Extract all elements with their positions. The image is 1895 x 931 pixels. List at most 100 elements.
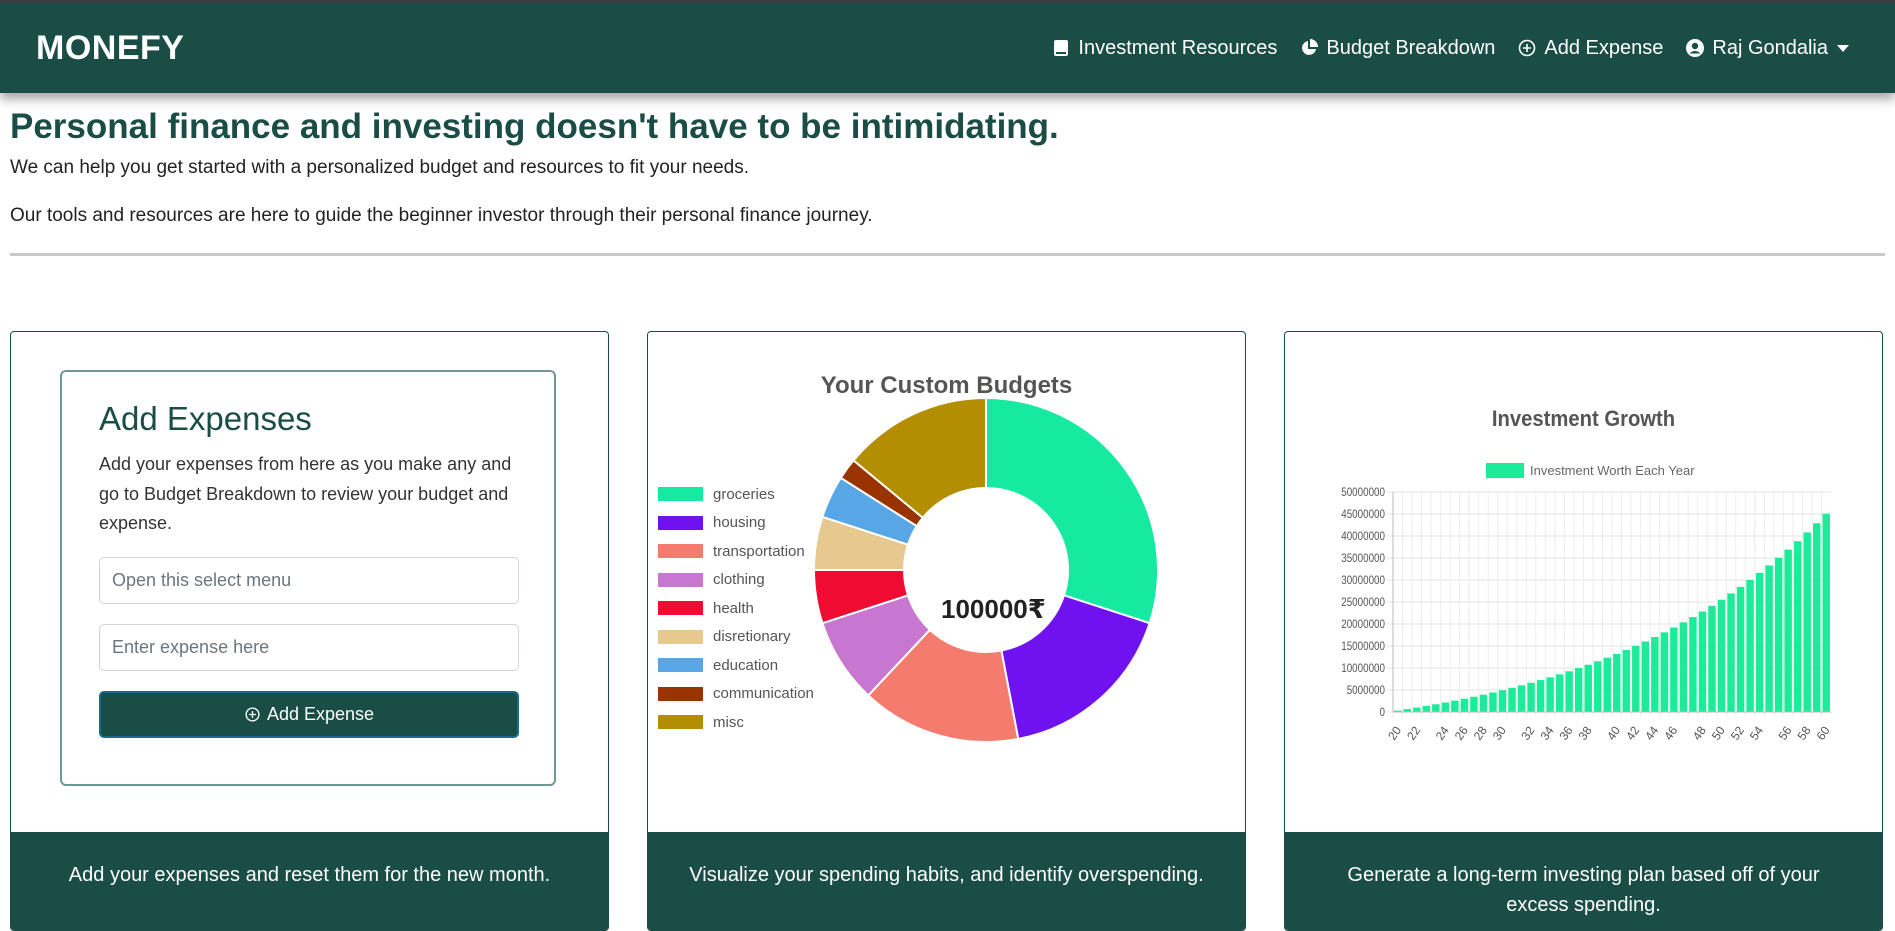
investment-footer: Generate a long-term investing plan base… (1285, 832, 1882, 930)
bar-year-46[interactable] (1641, 641, 1650, 712)
bar-year-22[interactable] (1413, 707, 1421, 712)
bar-year-29[interactable] (1479, 694, 1488, 712)
nav-investment-resources[interactable]: Investment Resources (1051, 37, 1277, 60)
bar-year-35[interactable] (1536, 680, 1545, 712)
y-tick-label: 35000000 (1341, 552, 1385, 565)
bar-year-55[interactable] (1727, 593, 1735, 712)
bar-year-33[interactable] (1517, 685, 1526, 712)
bar-year-63[interactable] (1803, 532, 1811, 712)
bar-year-60[interactable] (1774, 557, 1783, 712)
x-tick-label: 20 (1385, 723, 1404, 742)
legend-label: Investment Worth Each Year (1530, 463, 1695, 478)
bar-year-44[interactable] (1622, 649, 1630, 712)
add-expenses-footer: Add your expenses and reset them for the… (11, 832, 608, 930)
bar-year-39[interactable] (1574, 668, 1583, 712)
bar-year-52[interactable] (1698, 611, 1707, 712)
bar-year-54[interactable] (1717, 599, 1726, 712)
y-tick-label: 30000000 (1341, 574, 1385, 587)
plus-circle-icon (1519, 39, 1536, 57)
chevron-down-icon (1837, 44, 1849, 52)
bar-year-58[interactable] (1755, 572, 1764, 712)
category-select[interactable]: Open this select menu (99, 557, 519, 605)
x-tick-label: 28 (1471, 723, 1490, 742)
x-tick-label: 48 (1690, 723, 1709, 742)
x-tick-label: 36 (1556, 723, 1575, 742)
user-circle-icon (1686, 39, 1705, 57)
navbar: MONEFY Investment Resources Budget Break… (0, 3, 1895, 93)
bar-year-43[interactable] (1613, 653, 1621, 712)
bar-year-32[interactable] (1508, 687, 1516, 712)
legend-swatch (1486, 463, 1524, 478)
bar-year-37[interactable] (1555, 674, 1564, 712)
bar-year-51[interactable] (1689, 617, 1697, 712)
bar-year-41[interactable] (1594, 661, 1602, 712)
bar-year-31[interactable] (1498, 690, 1507, 712)
y-tick-label: 5000000 (1347, 684, 1385, 697)
expense-amount-input[interactable]: Enter expense here (99, 624, 519, 672)
bar-year-48[interactable] (1660, 632, 1669, 712)
bar-year-64[interactable] (1813, 523, 1821, 712)
x-tick-label: 52 (1728, 723, 1747, 742)
x-tick-label: 22 (1404, 723, 1423, 742)
bar-year-27[interactable] (1460, 698, 1469, 712)
y-tick-label: 15000000 (1341, 640, 1385, 653)
nav-add-expense-label: Add Expense (1544, 36, 1664, 59)
add-expense-button[interactable]: Add Expense (99, 691, 519, 739)
add-expense-form: Add Expenses Add your expenses from here… (60, 370, 556, 786)
user-menu-dropdown[interactable]: Raj Gondalia (1685, 37, 1849, 60)
nav-links: Investment Resources Budget Breakdown Ad… (1051, 37, 1849, 60)
add-expenses-description: Add your expenses from here as you make … (99, 454, 512, 534)
bar-year-61[interactable] (1784, 549, 1792, 712)
nav-add-expense[interactable]: Add Expense (1517, 37, 1663, 60)
bar-year-62[interactable] (1793, 541, 1802, 712)
bar-year-38[interactable] (1565, 671, 1573, 712)
nav-budget-breakdown-label: Budget Breakdown (1326, 36, 1496, 59)
bar-year-49[interactable] (1670, 627, 1678, 712)
x-tick-label: 60 (1814, 723, 1833, 742)
x-tick-label: 26 (1452, 723, 1471, 742)
investment-bar-chart: Investment Worth Each Year 0 5000000 100000… (1341, 463, 1833, 743)
x-tick-label: 34 (1537, 723, 1556, 742)
bar-year-42[interactable] (1603, 657, 1611, 712)
doughnut-slice-groceries[interactable] (985, 396, 1159, 625)
x-tick-label: 46 (1661, 723, 1680, 742)
bar-year-40[interactable] (1584, 664, 1592, 712)
bar-year-28[interactable] (1470, 696, 1478, 712)
y-tick-label: 10000000 (1341, 662, 1385, 675)
bar-year-30[interactable] (1489, 692, 1497, 712)
bar-year-45[interactable] (1632, 645, 1640, 712)
hero-subtitle: We can help you get started with a perso… (10, 157, 749, 178)
bar-year-50[interactable] (1679, 622, 1688, 712)
page-title: Personal finance and investing doesn't h… (10, 107, 1059, 146)
bar-year-59[interactable] (1765, 565, 1773, 712)
brand-logo[interactable]: MONEFY (36, 29, 184, 68)
feature-cards: Add Expenses Add your expenses from here… (10, 331, 1883, 931)
bar-year-56[interactable] (1736, 586, 1745, 712)
book-icon (1054, 40, 1069, 56)
bar-year-53[interactable] (1708, 605, 1716, 712)
hero-description: Our tools and resources are here to guid… (10, 205, 873, 226)
bar-year-23[interactable] (1422, 705, 1431, 712)
bar-year-65[interactable] (1822, 513, 1830, 712)
y-tick-label: 25000000 (1341, 596, 1385, 609)
nav-investment-resources-label: Investment Resources (1078, 36, 1278, 59)
pie-chart-icon (1302, 39, 1319, 55)
y-tick-label: 20000000 (1341, 618, 1385, 631)
bar-year-47[interactable] (1651, 637, 1659, 712)
bar-year-57[interactable] (1746, 580, 1754, 712)
budget-total: 100000₹ (941, 594, 1046, 624)
bar-year-25[interactable] (1441, 702, 1450, 712)
x-tick-label: 38 (1576, 723, 1595, 742)
bar-year-24[interactable] (1432, 704, 1440, 712)
bar-year-26[interactable] (1451, 700, 1459, 712)
x-tick-label: 50 (1709, 723, 1728, 742)
bar-year-36[interactable] (1546, 677, 1554, 712)
x-tick-label: 56 (1775, 723, 1794, 742)
x-tick-label: 44 (1642, 723, 1661, 742)
investment-chart-card: Investment Growth Investment Worth Each … (1284, 331, 1883, 931)
nav-budget-breakdown[interactable]: Budget Breakdown (1299, 37, 1495, 60)
add-expenses-card: Add Expenses Add your expenses from here… (10, 331, 609, 931)
bar-year-34[interactable] (1527, 682, 1535, 712)
x-tick-label: 30 (1490, 723, 1509, 742)
y-tick-label: 40000000 (1341, 530, 1385, 543)
